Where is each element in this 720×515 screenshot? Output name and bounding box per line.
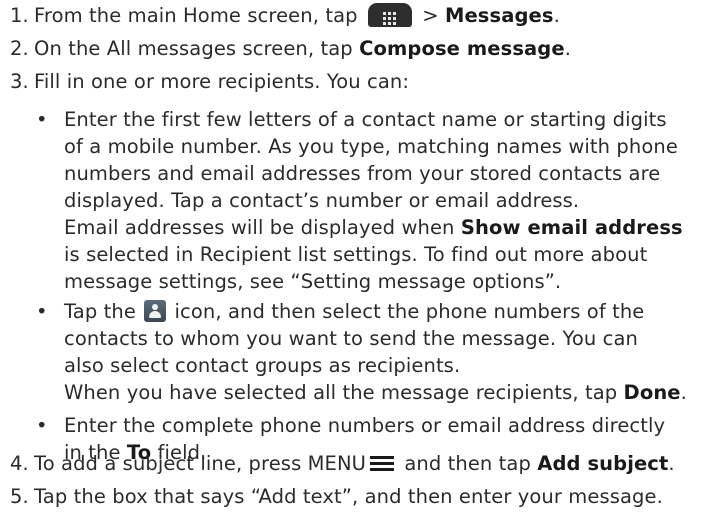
step-text: Tap the box that says “Add text”, and th… (34, 485, 663, 508)
step-text: To add a subject line, press MENU (34, 452, 367, 475)
step-text: On the All messages screen, tap (34, 37, 360, 60)
instructions-document: 1. From the main Home screen, tap > Mess… (10, 2, 687, 508)
step-number: 1. (10, 4, 29, 27)
bullet-symbol: • (36, 108, 48, 131)
step-text: From the main Home screen, tap (34, 4, 358, 27)
step-text: > (415, 4, 445, 27)
step-text: Fill in one or more recipients. You can: (34, 70, 410, 93)
ui-label-add-subject: Add subject (537, 452, 669, 475)
bullet-symbol: • (36, 300, 48, 323)
ui-label-messages: Messages (444, 4, 554, 27)
step-number: 3. (10, 70, 29, 93)
ui-label-done: Done (623, 381, 681, 404)
step-number: 5. (10, 485, 29, 508)
step-number: 4. (10, 452, 29, 475)
all-apps-icon (367, 2, 412, 27)
menu-icon (370, 455, 395, 471)
ui-label-compose-message: Compose message (359, 37, 565, 60)
contact-picker-icon (144, 299, 167, 322)
ui-label-show-email-address: Show email address (460, 216, 683, 239)
step-number: 2. (10, 37, 29, 60)
bullet-symbol: • (36, 414, 48, 437)
